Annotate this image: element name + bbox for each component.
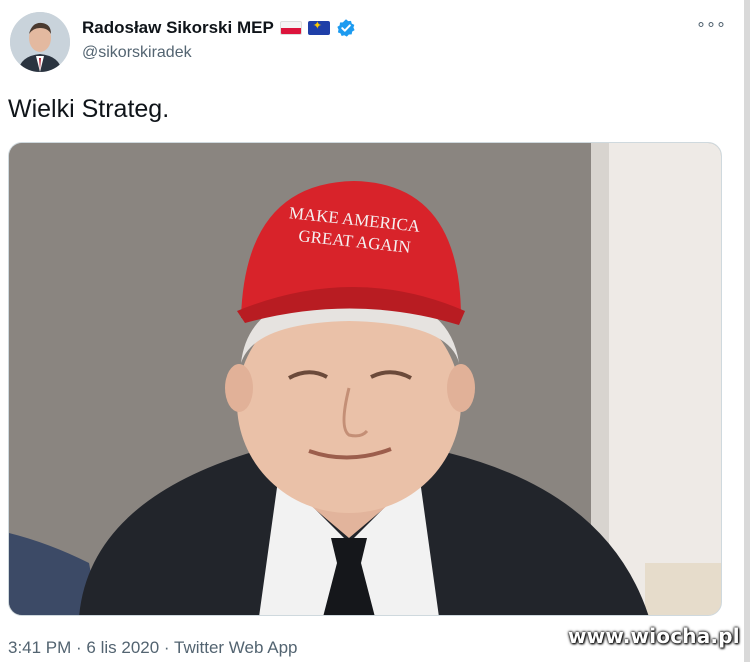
avatar-image xyxy=(10,12,70,72)
verified-badge-icon xyxy=(336,18,356,38)
meta-separator: · xyxy=(71,638,87,657)
tweet-time[interactable]: 3:41 PM xyxy=(8,638,71,657)
tweet-card: Radosław Sikorski MEP @sikorskiradek ∘∘∘… xyxy=(0,0,750,662)
tweet-meta: 3:41 PM · 6 lis 2020 · Twitter Web App xyxy=(8,638,297,658)
eu-flag-icon xyxy=(307,21,330,35)
name-row: Radosław Sikorski MEP xyxy=(82,18,356,38)
avatar[interactable] xyxy=(10,12,70,72)
poland-flag-icon xyxy=(279,21,302,35)
meta-separator: · xyxy=(159,638,175,657)
tweet-text: Wielki Strateg. xyxy=(8,95,170,123)
watermark: www.wiocha.pl xyxy=(568,624,740,648)
page-edge xyxy=(744,0,750,662)
tweet-photo[interactable]: MAKE AMERICA GREAT AGAIN xyxy=(8,142,722,616)
tweet-date[interactable]: 6 lis 2020 xyxy=(86,638,159,657)
tweet-source[interactable]: Twitter Web App xyxy=(174,638,297,657)
display-name[interactable]: Radosław Sikorski MEP xyxy=(82,18,274,38)
more-options-icon[interactable]: ∘∘∘ xyxy=(696,14,726,34)
tweet-header: Radosław Sikorski MEP @sikorskiradek ∘∘∘ xyxy=(8,8,728,72)
photo-image: MAKE AMERICA GREAT AGAIN xyxy=(9,143,721,615)
author-names: Radosław Sikorski MEP @sikorskiradek xyxy=(82,18,356,62)
author-handle[interactable]: @sikorskiradek xyxy=(82,44,356,62)
